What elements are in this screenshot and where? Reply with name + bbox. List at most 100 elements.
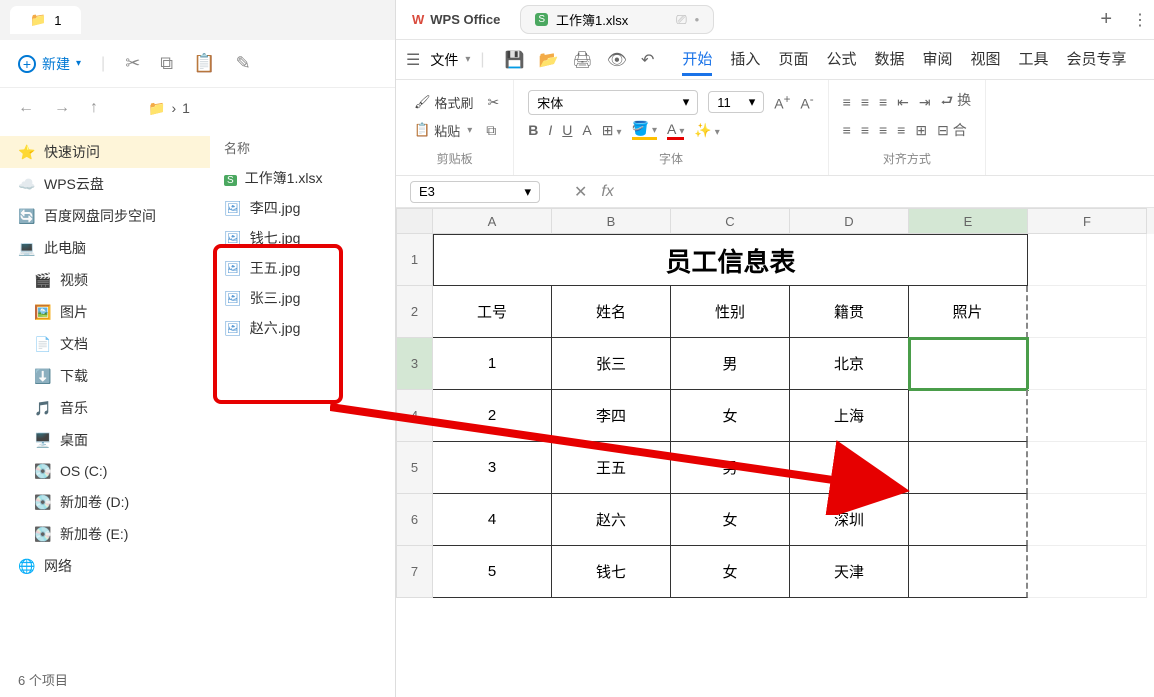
cell[interactable]: 工号 (433, 286, 552, 338)
cell[interactable]: 广州 (790, 442, 909, 494)
cell[interactable] (1028, 390, 1147, 442)
file-item[interactable]: 🖼赵六.jpg (210, 313, 395, 343)
cell[interactable]: 男 (671, 442, 790, 494)
align-top-icon[interactable]: ≡ (843, 94, 851, 110)
tab-插入[interactable]: 插入 (730, 44, 760, 76)
tab-公式[interactable]: 公式 (826, 44, 856, 76)
sidebar-item-sync[interactable]: 🔄百度网盘同步空间 (0, 200, 210, 232)
hamburger-icon[interactable]: ☰ (406, 50, 420, 70)
col-header-B[interactable]: B (552, 208, 671, 234)
tab-工具[interactable]: 工具 (1019, 44, 1049, 76)
new-button[interactable]: + 新建 ▾ (18, 54, 81, 74)
sidebar-item-image[interactable]: 🖼️图片 (0, 296, 210, 328)
undo-icon[interactable]: ↶ (641, 50, 654, 70)
increase-indent-icon[interactable]: ⇥ (919, 94, 931, 111)
sidebar-item-music[interactable]: 🎵音乐 (0, 392, 210, 424)
cell[interactable] (1028, 234, 1147, 286)
fill-color-icon[interactable]: 🪣 (632, 120, 657, 140)
breadcrumb[interactable]: 📁 › 1 (148, 100, 190, 117)
title-cell[interactable]: 员工信息表 (433, 234, 1028, 286)
wps-app-tab[interactable]: W WPS Office (402, 12, 510, 27)
tab-数据[interactable]: 数据 (874, 44, 904, 76)
print-icon[interactable]: 🖨 (572, 50, 592, 70)
file-item[interactable]: 🖼钱七.jpg (210, 223, 395, 253)
cell[interactable] (1028, 286, 1147, 338)
align-center-icon[interactable]: ≡ (861, 122, 869, 138)
cell[interactable]: 女 (671, 546, 790, 598)
sidebar-item-network[interactable]: 🌐网络 (0, 550, 210, 582)
cell[interactable]: 李四 (552, 390, 671, 442)
copy-icon[interactable]: ⧉ (486, 122, 496, 139)
cell[interactable]: 姓名 (552, 286, 671, 338)
cell[interactable]: 北京 (790, 338, 909, 390)
sidebar-item-disk[interactable]: 💽OS (C:) (0, 456, 210, 486)
sidebar-item-video[interactable]: 🎬视频 (0, 264, 210, 296)
file-item[interactable]: 🖼王五.jpg (210, 253, 395, 283)
wrap-text-icon[interactable]: ⮐ 换 (941, 90, 972, 114)
row-header[interactable]: 4 (396, 390, 433, 442)
merge-icon[interactable]: ⊞ (915, 122, 927, 139)
cell[interactable]: 钱七 (552, 546, 671, 598)
explorer-tab[interactable]: 📁 1 (10, 6, 81, 34)
name-box[interactable]: E3▾ (410, 181, 540, 203)
cell[interactable]: 赵六 (552, 494, 671, 546)
cell[interactable]: 女 (671, 494, 790, 546)
column-header-name[interactable]: 名称 (210, 132, 395, 163)
cell[interactable] (909, 442, 1028, 494)
select-all-corner[interactable] (396, 208, 433, 234)
cell[interactable]: 照片 (909, 286, 1028, 338)
paste-button[interactable]: 📋 粘贴 (410, 119, 476, 142)
font-effect-icon[interactable]: ✨ (694, 122, 719, 139)
cell[interactable] (909, 494, 1028, 546)
cell[interactable] (1028, 442, 1147, 494)
cell[interactable]: 张三 (552, 338, 671, 390)
row-header[interactable]: 3 (396, 338, 433, 390)
decrease-indent-icon[interactable]: ⇤ (897, 94, 909, 111)
sidebar-item-doc[interactable]: 📄文档 (0, 328, 210, 360)
format-painter-button[interactable]: 🖌 格式刷 (410, 91, 478, 114)
align-right-icon[interactable]: ≡ (879, 122, 887, 138)
italic-icon[interactable]: I (548, 122, 552, 138)
breadcrumb-item[interactable]: 1 (182, 100, 190, 116)
formula-input[interactable] (614, 184, 1154, 199)
cell[interactable] (909, 546, 1028, 598)
up-icon[interactable]: ↑ (90, 99, 98, 117)
font-size-select[interactable]: 11▾ (708, 91, 764, 113)
cell[interactable]: 王五 (552, 442, 671, 494)
merge-center-icon[interactable]: ⊟ 合 (937, 120, 967, 140)
cell[interactable]: 男 (671, 338, 790, 390)
sidebar-item-cloud[interactable]: ☁️WPS云盘 (0, 168, 210, 200)
copy-icon[interactable]: ⧉ (160, 53, 173, 74)
cell[interactable] (1028, 494, 1147, 546)
cell[interactable]: 上海 (790, 390, 909, 442)
font-color-icon[interactable]: A (667, 121, 684, 140)
font-name-select[interactable]: 宋体▾ (528, 90, 698, 115)
sidebar-item-disk[interactable]: 💽新加卷 (E:) (0, 518, 210, 550)
row-header[interactable]: 1 (396, 234, 433, 286)
cell[interactable]: 籍贯 (790, 286, 909, 338)
fx-icon[interactable]: fx (601, 183, 613, 201)
row-header[interactable]: 5 (396, 442, 433, 494)
cut-icon[interactable]: ✂ (125, 53, 140, 74)
col-header-F[interactable]: F (1028, 208, 1147, 234)
cut-icon[interactable]: ✂ (488, 94, 500, 111)
forward-icon[interactable]: → (54, 99, 70, 117)
align-middle-icon[interactable]: ≡ (861, 94, 869, 110)
align-bottom-icon[interactable]: ≡ (879, 94, 887, 110)
col-header-E[interactable]: E (909, 208, 1028, 234)
rename-icon[interactable]: ✎ (236, 53, 251, 74)
cell[interactable]: 4 (433, 494, 552, 546)
row-header[interactable]: 6 (396, 494, 433, 546)
sidebar-item-pc[interactable]: 💻此电脑 (0, 232, 210, 264)
file-item[interactable]: S工作簿1.xlsx (210, 163, 395, 193)
sidebar-item-desktop[interactable]: 🖥️桌面 (0, 424, 210, 456)
cell[interactable]: 性别 (671, 286, 790, 338)
cell[interactable]: 女 (671, 390, 790, 442)
increase-font-icon[interactable]: A+ (774, 93, 790, 112)
cell[interactable] (909, 338, 1028, 390)
decrease-font-icon[interactable]: A- (800, 93, 813, 112)
sidebar-item-star[interactable]: ⭐快速访问 (0, 136, 210, 168)
sidebar-item-disk[interactable]: 💽新加卷 (D:) (0, 486, 210, 518)
border-icon[interactable]: ⊞ (602, 122, 622, 139)
cancel-icon[interactable]: ✕ (574, 182, 587, 202)
